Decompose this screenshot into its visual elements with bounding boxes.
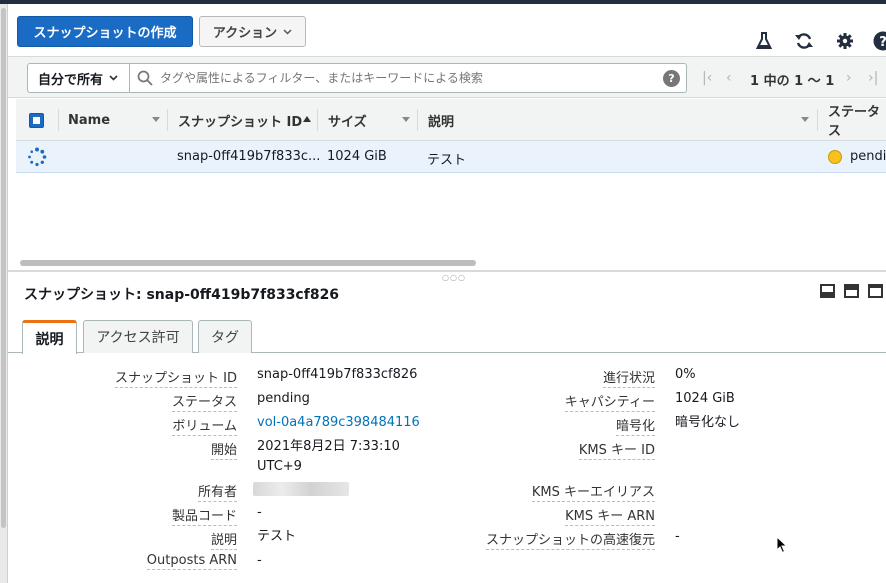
value-snapshot-id: snap-0ff419b7f833cf826 [257, 367, 418, 382]
label-snapshot-id: スナップショット ID [115, 367, 237, 388]
tab-tags[interactable]: タグ [198, 320, 252, 353]
tab-description[interactable]: 説明 [22, 320, 77, 354]
row-description: テスト [427, 153, 467, 168]
column-header-name[interactable]: Name [68, 99, 110, 141]
gear-icon[interactable] [834, 30, 856, 52]
volume-link[interactable]: vol-0a4a789c398484116 [257, 413, 420, 432]
label-status: ステータス [171, 391, 237, 412]
column-divider [58, 109, 59, 131]
column-divider [817, 109, 818, 131]
value-outposts-arn: - [257, 553, 262, 568]
layout-full-icon[interactable] [868, 284, 883, 298]
table-header: Name スナップショット ID サイズ 説明 ステータス [16, 99, 886, 141]
pane-splitter[interactable] [8, 270, 886, 272]
search-icon [137, 70, 153, 86]
detail-tabs: 説明 アクセス許可 タグ [8, 320, 886, 354]
row-size: 1024 GiB [327, 149, 387, 164]
help-icon[interactable]: ? [872, 30, 886, 52]
column-header-size[interactable]: サイズ [328, 99, 367, 141]
layout-bottom-icon[interactable] [820, 284, 835, 298]
search-help-icon[interactable]: ? [663, 70, 680, 87]
search-input[interactable] [160, 68, 650, 88]
label-description: 説明 [210, 529, 237, 550]
select-all-checkbox[interactable] [29, 113, 44, 128]
column-header-description[interactable]: 説明 [428, 99, 454, 141]
label-kms-key-id: KMS キー ID [578, 439, 655, 460]
layout-split-icon[interactable] [844, 284, 859, 298]
value-encryption: 暗号化なし [675, 415, 741, 430]
table-row[interactable]: snap-0ff419b7f833c... 1024 GiB テスト pendi… [16, 141, 886, 173]
horizontal-scrollbar[interactable] [16, 257, 886, 269]
create-snapshot-label: スナップショットの作成 [33, 26, 177, 41]
scrollbar-thumb[interactable] [1, 8, 6, 528]
sort-ascending-icon[interactable] [303, 116, 311, 122]
value-product-codes: - [257, 505, 262, 520]
sort-caret-icon[interactable] [152, 117, 160, 122]
scrollbar-thumb[interactable] [20, 260, 476, 266]
pagination-text: 1 中の 1 〜 1 [750, 74, 835, 89]
left-scrollbar[interactable] [0, 4, 8, 583]
first-page-icon[interactable]: |‹ [702, 70, 712, 86]
column-divider [167, 109, 168, 131]
actions-label: アクション [212, 26, 278, 41]
column-divider [417, 109, 418, 131]
label-started: 開始 [210, 439, 237, 460]
label-progress: 進行状況 [602, 367, 655, 388]
pending-status-icon [828, 150, 842, 164]
label-encryption: 暗号化 [615, 415, 655, 436]
column-header-snapshot-id[interactable]: スナップショット ID [178, 99, 302, 141]
value-started-timezone: UTC+9 [257, 459, 302, 474]
row-snapshot-id: snap-0ff419b7f833c... [177, 149, 321, 164]
label-kms-key-arn: KMS キー ARN [565, 505, 655, 526]
label-kms-key-alias: KMS キーエイリアス [531, 481, 655, 502]
label-capacity: キャパシティー [564, 391, 655, 412]
search-box[interactable]: ? [130, 63, 687, 93]
last-page-icon[interactable]: ›| [868, 70, 878, 86]
tab-permissions[interactable]: アクセス許可 [83, 320, 193, 353]
value-description: テスト [257, 529, 297, 544]
chevron-down-icon [283, 28, 292, 35]
flask-icon[interactable] [753, 30, 775, 52]
row-status: pendir [850, 149, 886, 164]
value-progress: 0% [675, 367, 696, 382]
sort-caret-icon[interactable] [402, 117, 410, 122]
prev-page-icon[interactable]: ‹ [726, 70, 732, 86]
owner-filter-label: 自分で所有 [38, 72, 104, 88]
actions-button[interactable]: アクション [199, 16, 306, 47]
create-snapshot-button[interactable]: スナップショットの作成 [17, 16, 193, 47]
chevron-down-icon [109, 75, 118, 81]
value-capacity: 1024 GiB [675, 391, 735, 406]
label-owner: 所有者 [197, 481, 237, 502]
column-divider [317, 109, 318, 131]
label-outposts-arn: Outposts ARN [146, 553, 237, 570]
refresh-icon[interactable] [793, 30, 815, 52]
sort-caret-icon[interactable] [801, 117, 809, 122]
next-page-icon[interactable]: › [846, 70, 852, 86]
value-started: 2021年8月2日 7:33:10 [257, 439, 400, 454]
value-status: pending [257, 391, 310, 406]
detail-title: スナップショット: snap-0ff419b7f833cf826 [24, 287, 340, 303]
mouse-cursor-icon [776, 536, 788, 554]
value-fast-snapshot-restore: - [675, 529, 680, 544]
svg-text:?: ? [879, 35, 886, 50]
resize-grip-icon[interactable]: ○○○ [442, 273, 466, 282]
owner-redacted [253, 482, 349, 496]
label-volume: ボリューム [172, 415, 237, 436]
filter-bar: 自分で所有 ? |‹ ‹ 1 中の 1 〜 1 › ›| [8, 56, 886, 98]
label-fast-snapshot-restore: スナップショットの高速復元 [485, 529, 655, 550]
label-product-codes: 製品コード [171, 505, 237, 526]
column-header-status[interactable]: ステータス [828, 99, 886, 141]
loading-spinner-icon [28, 147, 47, 167]
owner-filter-select[interactable]: 自分で所有 [27, 63, 130, 93]
toolbar: スナップショットの作成 アクション ? [8, 4, 886, 56]
